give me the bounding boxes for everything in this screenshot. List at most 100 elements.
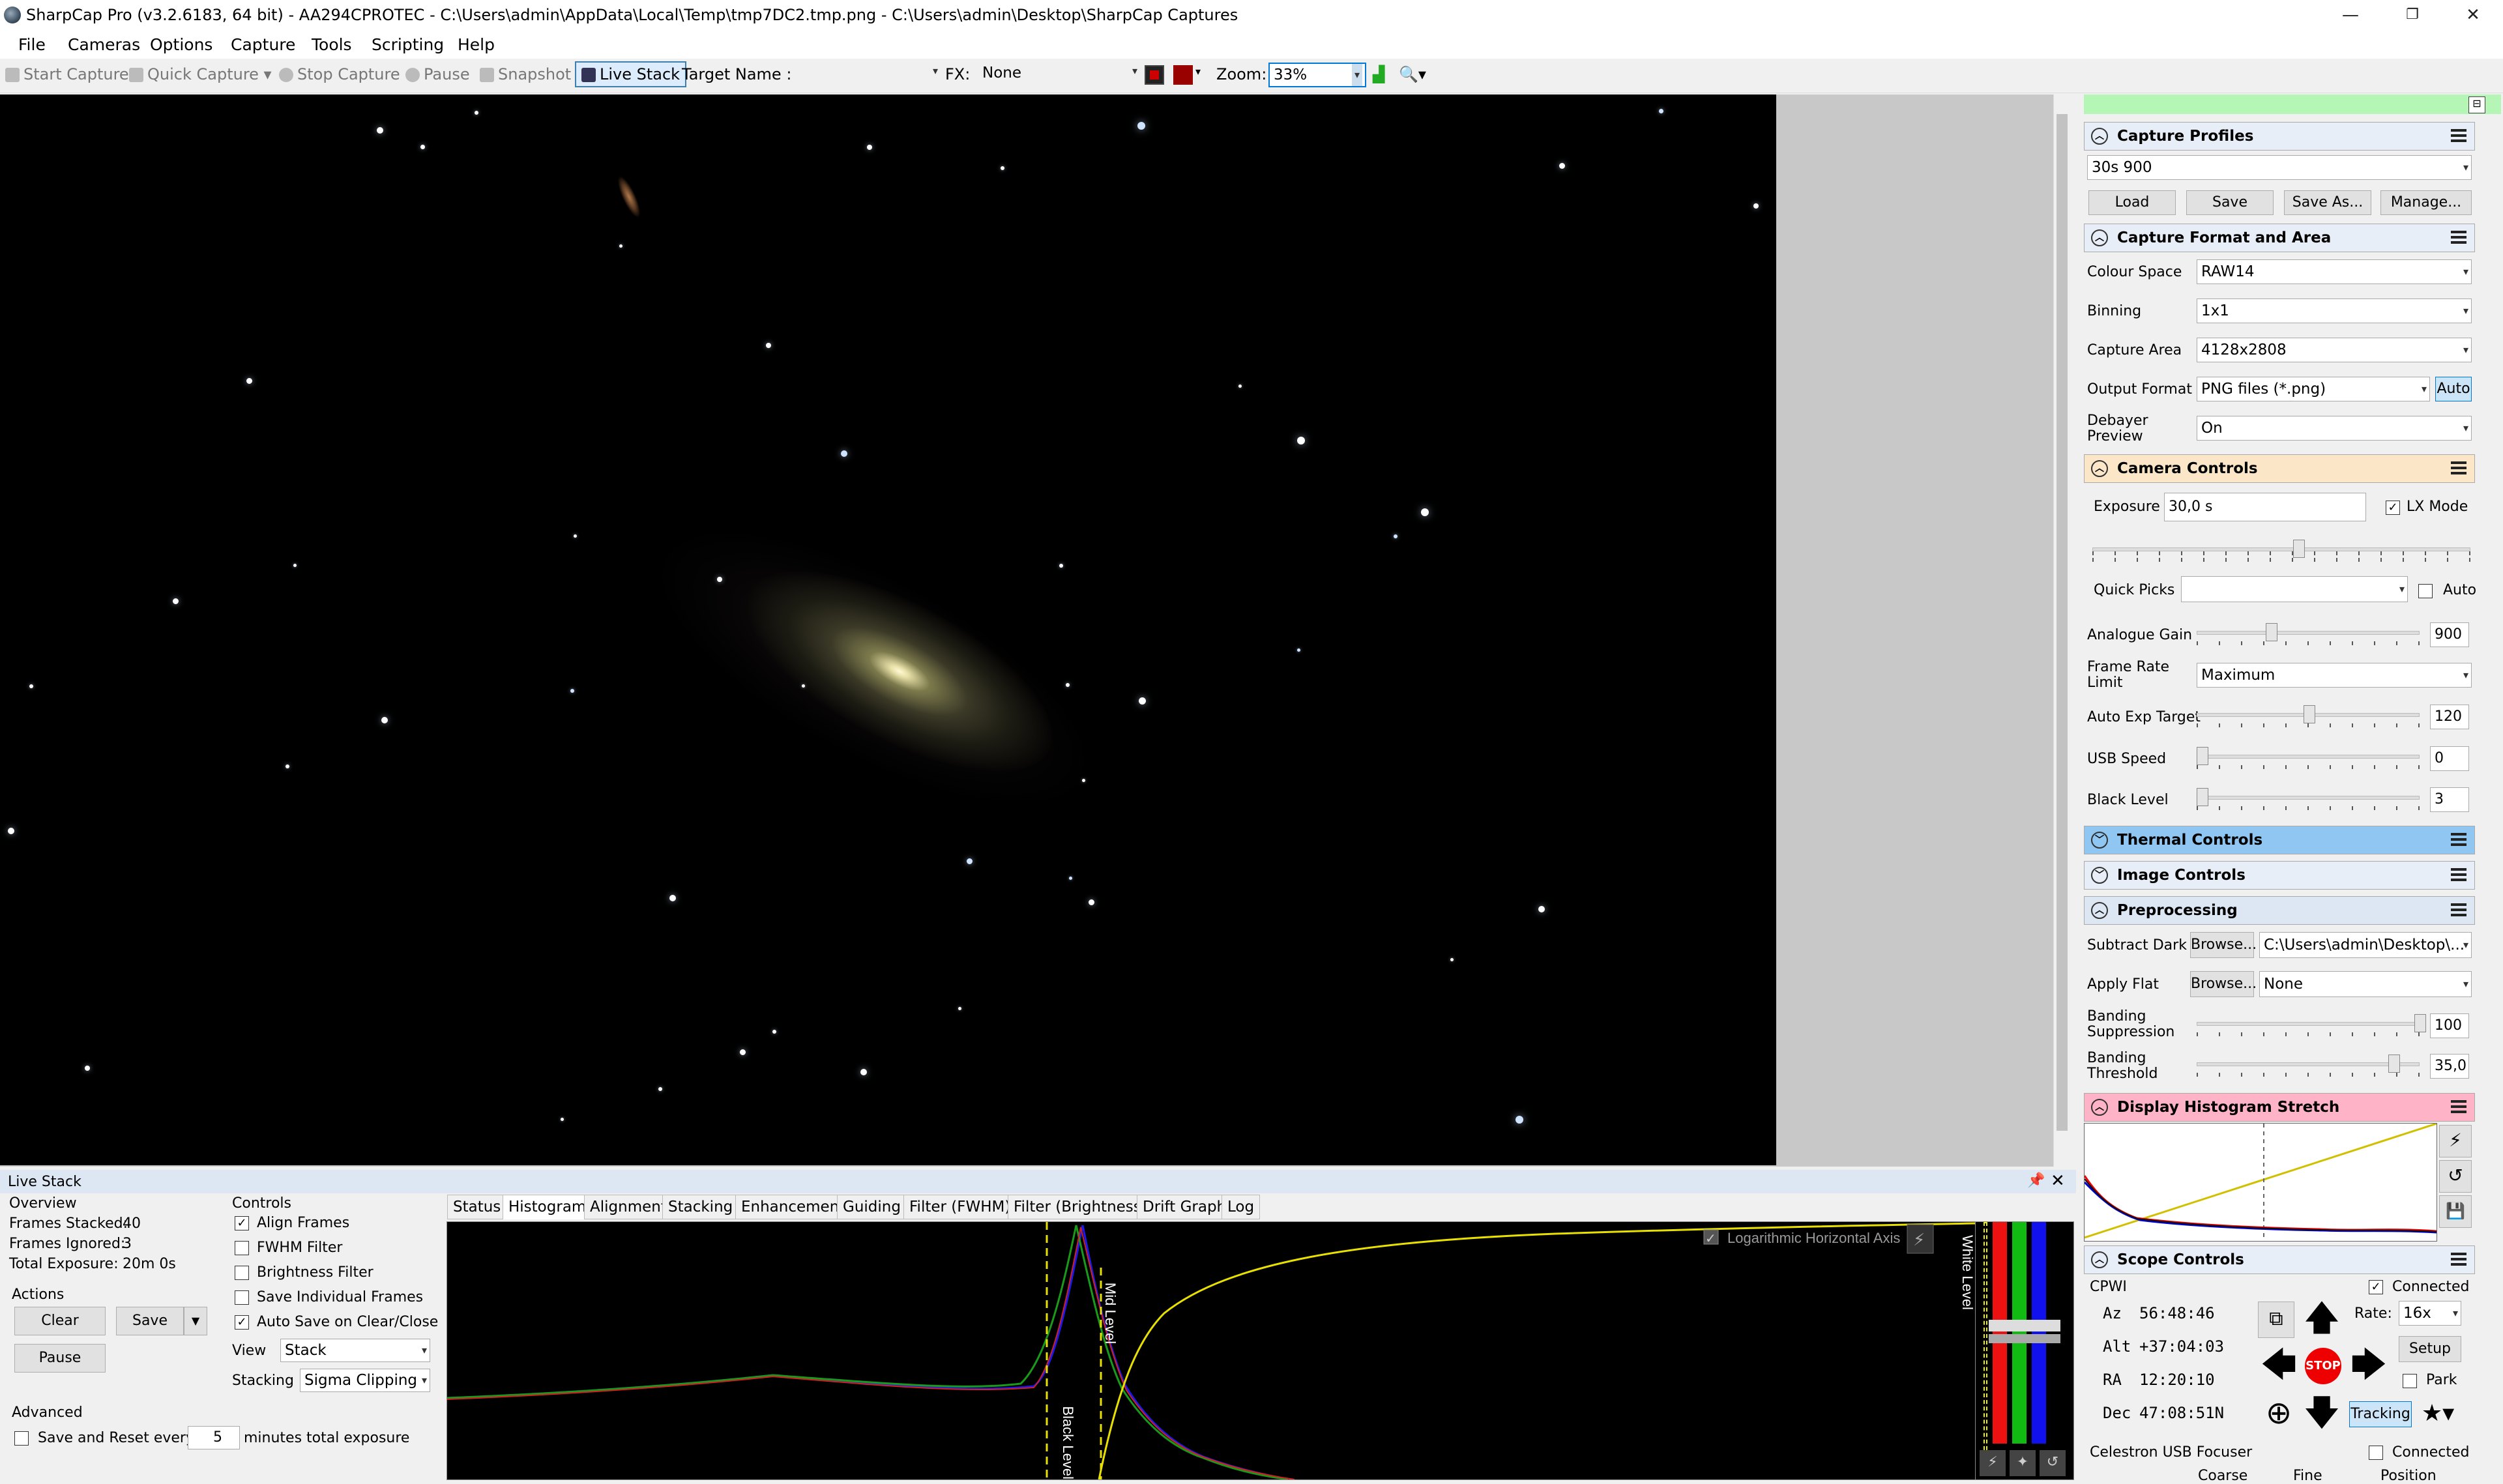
image-scrollbar[interactable] (2053, 95, 2071, 1167)
exposure-input[interactable]: 30,0 s (2164, 493, 2366, 521)
browse-dark-button[interactable]: Browse... (2190, 932, 2257, 958)
profile-combo[interactable]: 30s 900 ▾ (2087, 155, 2472, 180)
save-reset-minutes-input[interactable]: 5 (188, 1426, 240, 1449)
north-arrow-icon[interactable]: 🡅 (2302, 1300, 2341, 1339)
tab-stacking[interactable]: Stacking (662, 1195, 739, 1219)
star-align-icon[interactable]: ★▾ (2418, 1400, 2457, 1429)
goto-icon[interactable]: ⧉ (2258, 1302, 2294, 1338)
menu-icon[interactable] (2451, 129, 2466, 142)
auto-save-checkbox[interactable]: ✓ (235, 1315, 249, 1330)
camera-controls-header[interactable]: ︿ Camera Controls (2084, 454, 2475, 483)
tab-filter-fwhm[interactable]: Filter (FWHM) (903, 1195, 1017, 1219)
menu-icon[interactable] (2451, 231, 2466, 244)
auto-exp-slider[interactable] (2197, 705, 2420, 727)
pause-button[interactable]: Pause (405, 65, 470, 83)
histogram-icon[interactable]: ▟ (1373, 65, 1384, 83)
banding-threshold-slider[interactable] (2197, 1055, 2420, 1077)
scrollbar-thumb[interactable] (2057, 114, 2068, 1131)
save-stretch-icon[interactable]: 💾 (2439, 1195, 2472, 1228)
tab-enhancement[interactable]: Enhancement (735, 1195, 851, 1219)
reset-icon[interactable]: ↺ (2040, 1450, 2066, 1476)
thermal-controls-header[interactable]: ﹀ Thermal Controls (2084, 826, 2475, 854)
menu-cameras[interactable]: Cameras (68, 35, 140, 54)
scope-connected-checkbox[interactable]: ✓ (2369, 1280, 2383, 1294)
pin-icon[interactable]: 📌 (2027, 1172, 2045, 1189)
save-dropdown-icon[interactable]: ▼ (184, 1307, 207, 1335)
brightness-filter-checkbox[interactable] (235, 1266, 249, 1280)
menu-scripting[interactable]: Scripting (372, 35, 444, 54)
collapse-icon[interactable]: ︿ (2091, 128, 2108, 145)
level-handle-bottom[interactable] (1989, 1334, 2060, 1343)
green-level-bar[interactable] (2012, 1222, 2027, 1444)
close-panel-icon[interactable]: ✕ (2051, 1171, 2065, 1191)
save-profile-button[interactable]: Save (2186, 190, 2274, 215)
manage-profiles-button[interactable]: Manage... (2380, 190, 2472, 215)
auto-stretch-icon[interactable]: ⚡ (2439, 1125, 2472, 1157)
scope-controls-header[interactable]: ︿ Scope Controls (2084, 1245, 2475, 1274)
home-target-icon[interactable]: ⊕ (2259, 1395, 2298, 1434)
save-reset-checkbox[interactable] (14, 1431, 29, 1446)
pause-stack-button[interactable]: Pause (14, 1344, 106, 1373)
pin-star-icon[interactable]: ✦ (2010, 1450, 2036, 1476)
menu-help[interactable]: Help (458, 35, 495, 54)
capture-format-header[interactable]: ︿ Capture Format and Area (2084, 224, 2475, 252)
tab-guiding[interactable]: Guiding (837, 1195, 907, 1219)
reticle-dropdown-icon[interactable]: ▾ (1195, 65, 1201, 78)
view-combo[interactable]: Stack ▾ (280, 1339, 430, 1362)
scope-setup-button[interactable]: Setup (2399, 1336, 2461, 1362)
color-swatch-icon[interactable] (1145, 65, 1164, 85)
capture-area-combo[interactable]: 4128x2808 ▾ (2197, 338, 2472, 362)
analogue-gain-slider[interactable] (2197, 623, 2420, 645)
tab-histogram[interactable]: Histogram (503, 1195, 593, 1219)
collapse-icon[interactable]: ︿ (2091, 1099, 2108, 1116)
collapse-icon[interactable]: ︿ (2091, 229, 2108, 246)
tab-status[interactable]: Status (447, 1195, 507, 1219)
quick-picks-auto-checkbox[interactable] (2418, 584, 2433, 598)
pin-icon[interactable]: ⊟ (2468, 96, 2485, 113)
level-handle-top[interactable] (1989, 1320, 2060, 1331)
quick-capture-button[interactable]: Quick Capture ▾ (129, 65, 272, 83)
apply-flat-combo[interactable]: None ▾ (2259, 971, 2472, 997)
black-level-slider[interactable] (2197, 788, 2420, 810)
menu-icon[interactable] (2451, 868, 2466, 881)
align-frames-checkbox[interactable]: ✓ (235, 1216, 249, 1230)
output-format-auto-button[interactable]: Auto (2435, 377, 2472, 401)
subtract-dark-combo[interactable]: C:\Users\admin\Desktop\... ▾ (2259, 932, 2472, 958)
colour-space-combo[interactable]: RAW14 ▾ (2197, 259, 2472, 284)
stacking-combo[interactable]: Sigma Clipping ▾ (300, 1369, 430, 1392)
zoom-combo[interactable]: 33% ▾ (1268, 63, 1366, 87)
channel-levels-panel[interactable]: ⚡ ✦ ↺ (1975, 1221, 2074, 1480)
live-stack-button[interactable]: Live Stack (575, 61, 687, 87)
stop-capture-button[interactable]: Stop Capture (279, 65, 400, 83)
tab-drift-graph[interactable]: Drift Graph (1137, 1195, 1233, 1219)
minimize-button[interactable]: — (2320, 0, 2380, 31)
blue-level-bar[interactable] (2032, 1222, 2046, 1444)
preprocessing-header[interactable]: ︿ Preprocessing (2084, 896, 2475, 925)
display-histogram-chart[interactable] (2084, 1123, 2437, 1242)
menu-icon[interactable] (2451, 1253, 2466, 1266)
reticle-icon[interactable] (1173, 65, 1193, 85)
binning-combo[interactable]: 1x1 ▾ (2197, 298, 2472, 323)
menu-file[interactable]: File (18, 35, 46, 54)
banding-suppression-slider[interactable] (2197, 1014, 2426, 1036)
target-name-combo[interactable]: ▾ (781, 64, 941, 86)
snapshot-button[interactable]: Snapshot (480, 65, 571, 83)
tab-filter-brightness[interactable]: Filter (Brightness) (1008, 1195, 1153, 1219)
capture-profiles-header[interactable]: ︿ Capture Profiles (2084, 122, 2475, 151)
banding-suppression-input[interactable]: 100 (2430, 1013, 2469, 1038)
collapse-icon[interactable]: ︿ (2091, 902, 2108, 919)
fx-combo[interactable]: None ▾ (978, 64, 1141, 86)
menu-tools[interactable]: Tools (312, 35, 352, 54)
tab-alignment[interactable]: Alignment (584, 1195, 673, 1219)
usb-speed-input[interactable]: 0 (2430, 746, 2469, 771)
fwhm-filter-checkbox[interactable] (235, 1241, 249, 1255)
menu-options[interactable]: Options (150, 35, 212, 54)
load-profile-button[interactable]: Load (2088, 190, 2176, 215)
east-arrow-icon[interactable]: 🡆 (2349, 1346, 2388, 1386)
image-controls-header[interactable]: ﹀ Image Controls (2084, 861, 2475, 890)
collapse-icon[interactable]: ︿ (2091, 1251, 2108, 1268)
save-button[interactable]: Save (116, 1307, 184, 1335)
reset-stretch-icon[interactable]: ↺ (2439, 1160, 2472, 1193)
zoom-tool-icon[interactable]: 🔍▾ (1399, 65, 1426, 83)
menu-icon[interactable] (2451, 833, 2466, 846)
